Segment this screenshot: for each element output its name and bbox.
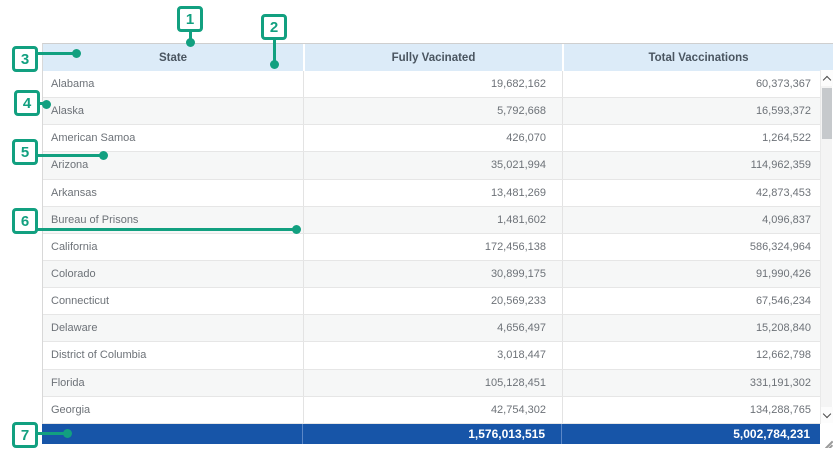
table-row[interactable]: Georgia42,754,302134,288,765: [43, 397, 821, 424]
fully-vaccinated-cell: 30,899,175: [303, 261, 562, 287]
total-vaccinations-cell: 67,546,234: [562, 288, 821, 314]
totals-row: 1,576,013,515 5,002,784,231: [42, 424, 820, 444]
table-header-fully-vaccinated: Fully Vacinated: [303, 44, 562, 71]
total-vaccinations-cell: 114,962,359: [562, 152, 821, 178]
total-vaccinations-cell: 331,191,302: [562, 370, 821, 396]
annotation-5-connector: [37, 154, 101, 157]
resize-grip-icon[interactable]: [823, 438, 833, 448]
table-row[interactable]: Delaware4,656,49715,208,840: [43, 315, 821, 342]
state-cell: American Samoa: [43, 125, 303, 151]
annotation-6-dot: [292, 225, 301, 234]
fully-vaccinated-cell: 13,481,269: [303, 180, 562, 206]
table-row[interactable]: Florida105,128,451331,191,302: [43, 370, 821, 397]
fully-vaccinated-cell: 172,456,138: [303, 234, 562, 260]
annotation-3-dot: [72, 49, 81, 58]
state-cell: Delaware: [43, 315, 303, 341]
fully-vaccinated-cell: 42,754,302: [303, 397, 562, 423]
fully-vaccinated-cell: 4,656,497: [303, 315, 562, 341]
fully-vaccinated-cell: 3,018,447: [303, 342, 562, 368]
state-cell: California: [43, 234, 303, 260]
scroll-down-button[interactable]: [821, 407, 833, 423]
fully-vaccinated-cell: 19,682,162: [303, 71, 562, 97]
annotation-4-badge: 4: [14, 90, 40, 116]
chevron-up-icon: [823, 75, 831, 83]
totals-fully-vaccinated-value: 1,576,013,515: [302, 424, 561, 444]
vertical-scrollbar[interactable]: [820, 70, 832, 423]
scrollbar-thumb[interactable]: [822, 88, 832, 139]
annotation-1-dot: [186, 38, 195, 47]
table-body: Alabama19,682,16260,373,367Alaska5,792,6…: [43, 71, 821, 424]
table-row[interactable]: California172,456,138586,324,964: [43, 234, 821, 261]
table-row[interactable]: Colorado30,899,17591,990,426: [43, 261, 821, 288]
state-cell: Alabama: [43, 71, 303, 97]
state-cell: Connecticut: [43, 288, 303, 314]
table-row[interactable]: Arkansas13,481,26942,873,453: [43, 180, 821, 207]
fully-vaccinated-cell: 35,021,994: [303, 152, 562, 178]
state-cell: Georgia: [43, 397, 303, 423]
state-cell: Colorado: [43, 261, 303, 287]
total-vaccinations-cell: 12,662,798: [562, 342, 821, 368]
fully-vaccinated-cell: 105,128,451: [303, 370, 562, 396]
annotation-2-dot: [270, 60, 279, 69]
totals-total-vaccinations-value: 5,002,784,231: [561, 424, 820, 444]
table-header-total-vaccinations: Total Vaccinations: [562, 44, 833, 71]
chevron-down-icon: [823, 409, 831, 417]
table-row[interactable]: Connecticut20,569,23367,546,234: [43, 288, 821, 315]
state-cell: Arkansas: [43, 180, 303, 206]
total-vaccinations-cell: 134,288,765: [562, 397, 821, 423]
annotation-4-dot: [42, 100, 51, 109]
total-vaccinations-cell: 4,096,837: [562, 207, 821, 233]
annotation-3-badge: 3: [12, 46, 38, 72]
total-vaccinations-cell: 15,208,840: [562, 315, 821, 341]
annotation-3-connector: [37, 52, 75, 55]
annotation-2-connector: [273, 39, 276, 61]
total-vaccinations-cell: 16,593,372: [562, 98, 821, 124]
annotation-6-connector: [37, 228, 293, 231]
annotation-5-badge: 5: [12, 139, 38, 165]
annotation-5-dot: [99, 151, 108, 160]
fully-vaccinated-cell: 1,481,602: [303, 207, 562, 233]
annotation-7-badge: 7: [12, 422, 38, 448]
annotation-2-badge: 2: [261, 14, 287, 40]
total-vaccinations-cell: 60,373,367: [562, 71, 821, 97]
total-vaccinations-cell: 42,873,453: [562, 180, 821, 206]
total-vaccinations-cell: 586,324,964: [562, 234, 821, 260]
table-header-state: State: [43, 44, 303, 71]
table-row[interactable]: Alabama19,682,16260,373,367: [43, 71, 821, 98]
table-row[interactable]: Alaska5,792,66816,593,372: [43, 98, 821, 125]
totals-state-cell: [42, 424, 302, 444]
annotation-1-badge: 1: [177, 6, 203, 32]
dashboard-table-screenshot: State Fully Vacinated Total Vaccinations…: [0, 0, 833, 453]
total-vaccinations-cell: 91,990,426: [562, 261, 821, 287]
annotation-7-connector: [37, 432, 65, 435]
table-row[interactable]: Arizona35,021,994114,962,359: [43, 152, 821, 179]
table-header-row: State Fully Vacinated Total Vaccinations: [43, 44, 833, 71]
fully-vaccinated-cell: 5,792,668: [303, 98, 562, 124]
annotation-6-badge: 6: [12, 208, 38, 234]
table-row[interactable]: District of Columbia3,018,44712,662,798: [43, 342, 821, 369]
vaccinations-table: State Fully Vacinated Total Vaccinations…: [42, 43, 833, 424]
annotation-7-dot: [63, 429, 72, 438]
fully-vaccinated-cell: 426,070: [303, 125, 562, 151]
state-cell: District of Columbia: [43, 342, 303, 368]
state-cell: Florida: [43, 370, 303, 396]
scroll-up-button[interactable]: [821, 70, 833, 86]
fully-vaccinated-cell: 20,569,233: [303, 288, 562, 314]
total-vaccinations-cell: 1,264,522: [562, 125, 821, 151]
state-cell: Alaska: [43, 98, 303, 124]
table-row[interactable]: American Samoa426,0701,264,522: [43, 125, 821, 152]
